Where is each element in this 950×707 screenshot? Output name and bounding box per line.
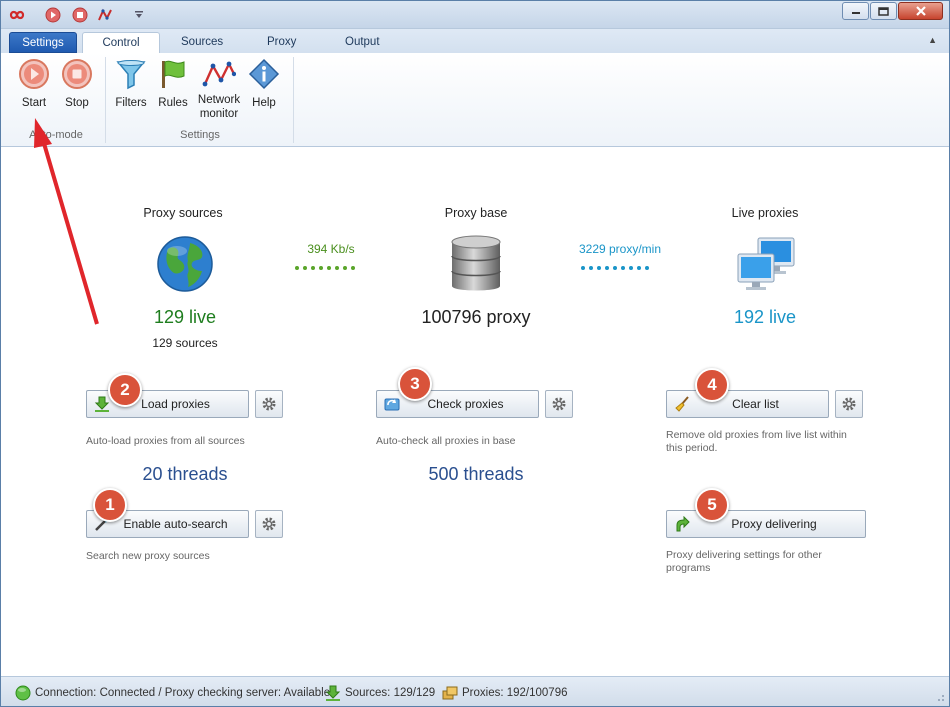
group-label-automode: Auto-mode [29, 129, 83, 141]
collapse-ribbon-icon[interactable]: ▲ [928, 35, 937, 45]
tab-settings[interactable]: Settings [9, 32, 77, 53]
filters-label: Filters [115, 97, 147, 109]
stop-label: Stop [65, 97, 89, 109]
funnel-icon [114, 57, 148, 91]
group-label-settings: Settings [180, 129, 220, 141]
enable-auto-search-label: Enable auto-search [123, 517, 228, 531]
proxies-status-text: Proxies: 192/100796 [462, 687, 568, 699]
info-icon [247, 57, 281, 91]
network-monitor-button[interactable]: Network monitor [196, 57, 242, 121]
live-proxies-title: Live proxies [731, 206, 799, 220]
download-arrow-icon [325, 685, 341, 701]
clear-list-settings-button[interactable] [835, 390, 863, 418]
check-proxies-settings-button[interactable] [545, 390, 573, 418]
load-proxies-description: Auto-load proxies from all sources [86, 435, 245, 447]
check-threads: 500 threads [428, 464, 524, 484]
connection-status-text: Connection: Connected / Proxy checking s… [35, 687, 331, 699]
proxy-base-title: Proxy base [444, 206, 508, 220]
connection-status: Connection: Connected / Proxy checking s… [15, 685, 330, 701]
proxy-delivering-desc-line1: Proxy delivering settings for other [666, 549, 822, 561]
proxy-delivering-desc-line2: programs [666, 562, 711, 574]
sources-status-text: Sources: 129/129 [345, 687, 436, 699]
sources-count: 129 sources [152, 336, 218, 350]
group-divider [293, 57, 294, 143]
start-icon [17, 57, 51, 91]
ribbon: Start Stop Auto-mode Filters Rules Netwo… [1, 53, 949, 147]
step-badge-3: 3 [398, 367, 432, 401]
load-threads: 20 threads [142, 464, 228, 484]
status-bar: Connection: Connected / Proxy checking s… [1, 676, 949, 706]
step-badge-1: 1 [93, 488, 127, 522]
gear-icon [842, 397, 856, 411]
gear-icon [552, 397, 566, 411]
network-monitor-label-2: monitor [199, 108, 239, 120]
check-proxies-label: Check proxies [427, 397, 504, 411]
connection-ok-icon [15, 685, 31, 701]
gear-icon [262, 517, 276, 531]
proxy-delivering-button[interactable]: Proxy delivering [666, 510, 866, 538]
stop-button[interactable]: Stop [58, 57, 96, 109]
app-window: Settings Control Sources Proxy Output ▲ … [0, 0, 950, 707]
control-panel: Proxy sources Proxy base Live proxies 39… [1, 148, 949, 676]
load-proxies-settings-button[interactable] [255, 390, 283, 418]
live-proxies-count: 192 live [733, 307, 797, 327]
gear-icon [262, 397, 276, 411]
network-monitor-label-1: Network [197, 94, 241, 106]
proxy-delivering-description: Proxy delivering settings for other prog… [666, 549, 822, 575]
globe-icon [156, 235, 214, 296]
resize-grip-icon[interactable] [935, 692, 945, 702]
refresh-check-icon [381, 393, 403, 415]
step-badge-2: 2 [108, 373, 142, 407]
quick-stop-icon[interactable] [72, 7, 88, 23]
network-graph-icon [202, 57, 236, 91]
maximize-button[interactable] [870, 2, 897, 20]
tab-proxy[interactable]: Proxy [253, 32, 310, 53]
help-label: Help [252, 97, 276, 109]
monitors-icon [736, 236, 798, 297]
auto-search-settings-button[interactable] [255, 510, 283, 538]
close-button[interactable] [898, 2, 943, 20]
start-label: Start [21, 97, 47, 109]
quick-network-icon[interactable] [98, 7, 114, 23]
filters-button[interactable]: Filters [113, 57, 149, 109]
clear-list-desc-line2: this period. [666, 442, 718, 454]
proxy-base-count: 100796 proxy [421, 307, 531, 327]
tab-control[interactable]: Control [82, 32, 160, 53]
title-bar [1, 1, 949, 29]
clear-list-desc-line1: Remove old proxies from live list within [666, 429, 847, 441]
download-flow-dots [295, 266, 355, 270]
check-proxies-description: Auto-check all proxies in base [376, 435, 516, 447]
tab-output[interactable]: Output [331, 32, 394, 53]
download-rate: 394 Kb/s [307, 242, 355, 256]
proxies-status: Proxies: 192/100796 [442, 685, 568, 701]
start-button[interactable]: Start [15, 57, 53, 109]
tab-sources[interactable]: Sources [167, 32, 237, 53]
minimize-button[interactable] [842, 2, 869, 20]
step-badge-4: 4 [695, 368, 729, 402]
database-icon [448, 234, 504, 299]
ribbon-tab-bar: Settings Control Sources Proxy Output ▲ [1, 29, 949, 53]
stop-icon [60, 57, 94, 91]
check-rate: 3229 proxy/min [578, 242, 662, 256]
sources-live-count: 129 live [153, 307, 217, 327]
servers-icon [442, 686, 458, 700]
sources-status: Sources: 129/129 [325, 685, 435, 701]
proxy-sources-title: Proxy sources [143, 206, 223, 220]
quick-start-icon[interactable] [45, 7, 61, 23]
flag-icon [156, 57, 190, 91]
step-badge-5: 5 [695, 488, 729, 522]
help-button[interactable]: Help [247, 57, 281, 109]
rules-button[interactable]: Rules [156, 57, 190, 109]
clear-list-description: Remove old proxies from live list within… [666, 429, 847, 455]
check-flow-dots [581, 266, 649, 270]
customize-toolbar-icon[interactable] [134, 9, 150, 25]
rules-label: Rules [158, 97, 188, 109]
auto-search-description: Search new proxy sources [86, 550, 210, 562]
app-logo-icon [9, 7, 25, 23]
clear-list-button[interactable]: Clear list [666, 390, 829, 418]
broom-icon [671, 393, 693, 415]
forward-arrow-icon [671, 513, 693, 535]
group-divider [105, 57, 106, 143]
